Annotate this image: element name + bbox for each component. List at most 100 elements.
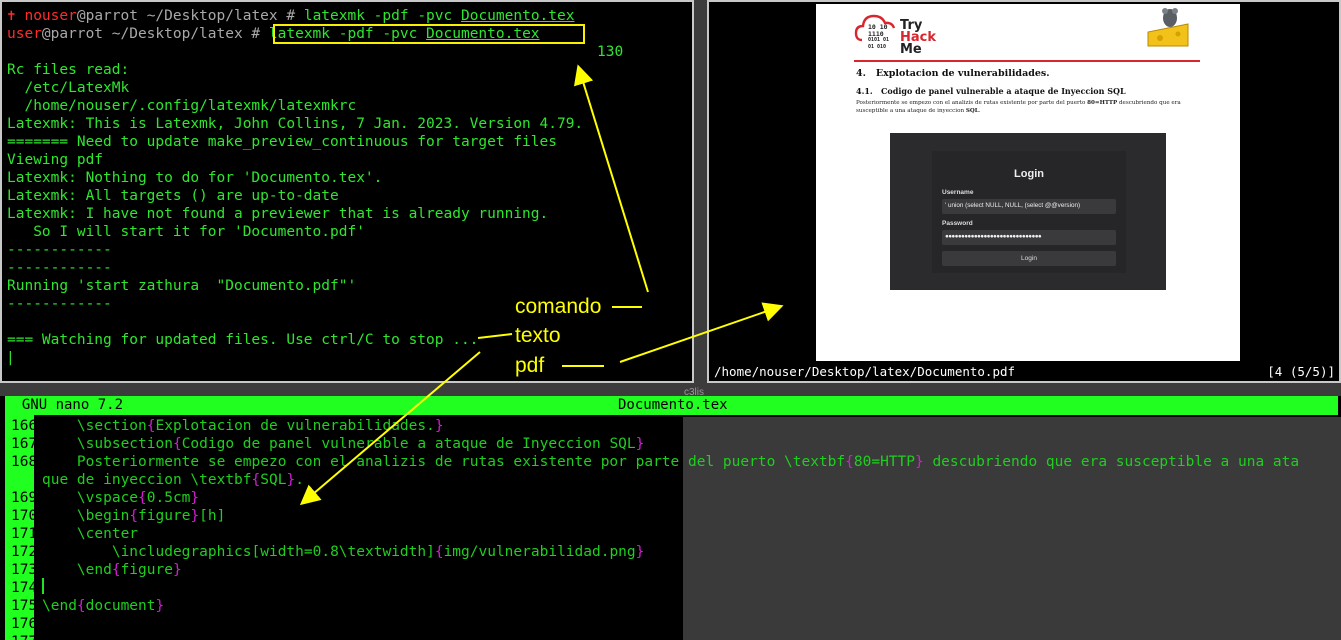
prompt-user: user [7, 26, 42, 42]
annotation-texto: texto [515, 324, 561, 347]
terminal-output-line: ------------ [7, 296, 112, 312]
prompt-file: Documento.tex [460, 8, 575, 24]
line-number: 174 [11, 580, 38, 596]
pdf-viewer-window[interactable]: 10 10 1110 0101 01 01 010 Try Hack Me 4.… [707, 0, 1341, 383]
code-token: SQL [260, 472, 287, 488]
brace-token: { [138, 490, 147, 506]
number-label: 130 [597, 44, 624, 60]
brace-token: { [129, 508, 139, 524]
brace-token: } [286, 472, 296, 488]
paragraph-bold: SQL [965, 108, 979, 114]
code-line: \subsection{Codigo de panel vulnerable a… [42, 435, 644, 453]
login-screenshot: Login Username ' union (select NULL, NUL… [890, 133, 1166, 290]
line-number-gutter: 166 167 168 169 170 171 172 173 174 175 176177 [5, 415, 38, 640]
line-number: 173 [11, 562, 38, 578]
line-number: 171 [11, 526, 38, 542]
rat-cheese-icon [1144, 6, 1192, 52]
code-token: \vspace [42, 490, 139, 506]
brace-token: } [190, 508, 200, 524]
line-number: 166 [11, 418, 38, 434]
terminal-output-line: /etc/LatexMk [7, 80, 130, 96]
subsection-heading: 4.1. Codigo de panel vulnerable a ataque… [856, 86, 1126, 96]
terminal-output-line: Running 'start zathura "Documento.pdf"' [7, 278, 357, 294]
brace-token: } [635, 436, 645, 452]
header-rule [854, 60, 1200, 62]
paragraph-text: . [978, 108, 981, 114]
code-token: \end [42, 562, 112, 578]
terminal-window[interactable]: ✝ nouser@parrot ~/Desktop/latex # latexm… [0, 0, 694, 383]
terminal-output-line: Latexmk: This is Latexmk, John Collins, … [7, 116, 584, 132]
terminal-output-line: ------------ [7, 260, 112, 276]
code-token: document [85, 598, 156, 614]
nano-editor-window[interactable]: GNU nano 7.2 Documento.tex 166 167 168 169 1… [0, 396, 1341, 640]
terminal-output-line: Latexmk: I have not found a previewer th… [7, 206, 549, 222]
code-token: Codigo de panel vulnerable a ataque de I… [181, 436, 636, 452]
brace-token: } [190, 490, 200, 506]
terminal-output-line: === Watching for updated files. Use ctrl… [7, 332, 479, 348]
login-button: Login [942, 251, 1116, 266]
code-line: \end{document} [42, 597, 164, 615]
annotation-comando: comando [515, 295, 602, 318]
prompt-command: latexmk -pdf -pvc [303, 8, 461, 24]
brace-token: } [172, 562, 182, 578]
code-line: \center [42, 525, 138, 543]
pdf-paragraph: Posteriormente se empezo con el analizis… [856, 99, 1202, 115]
terminal-output-line: Latexmk: Nothing to do for 'Documento.te… [7, 170, 383, 186]
terminal-output-line: ======= Need to update make_preview_cont… [7, 134, 557, 150]
prompt-tail: ✝ no [574, 8, 692, 24]
code-line: \end{figure} [42, 561, 182, 579]
paragraph-bold: 80=HTTP [1087, 100, 1118, 106]
nano-filename: Documento.tex [618, 397, 728, 413]
code-token: \end [42, 598, 77, 614]
line-number: 169 [11, 490, 38, 506]
code-line: \section{Explotacion de vulnerabilidades… [42, 417, 444, 435]
terminal-output-line: Latexmk: All targets () are up-to-date [7, 188, 339, 204]
line-number: 168 [11, 454, 38, 470]
brace-token: { [146, 418, 156, 434]
code-token: Posteriormente se empezo con el analizis… [42, 454, 846, 470]
code-line: \vspace{0.5cm} [42, 489, 199, 507]
code-token: 80=HTTP [853, 454, 915, 470]
terminal-output-line: ------------ [7, 242, 112, 258]
logo-bits: 01 010 [868, 43, 887, 50]
code-token: \section [42, 418, 147, 434]
code-line: \begin{figure}[h] [42, 507, 225, 525]
code-token: Explotacion de vulnerabilidades. [155, 418, 435, 434]
pdf-page: 10 10 1110 0101 01 01 010 Try Hack Me 4.… [816, 4, 1240, 362]
code-token: que de inyeccion \textbf [42, 472, 252, 488]
pdf-status-bar: /home/nouser/Desktop/latex/Documento.pdf… [709, 361, 1339, 381]
login-title: Login [1014, 168, 1044, 180]
terminal-output-line: Viewing pdf [7, 152, 104, 168]
code-token: \includegraphics[width=0.8\textwidth] [42, 544, 435, 560]
line-number: 175 [11, 598, 38, 614]
code-token: figure [138, 508, 191, 524]
code-line: Posteriormente se empezo con el analizis… [42, 453, 1299, 471]
section-heading: 4. Explotacion de vulnerabilidades. [856, 68, 1050, 79]
code-token: [h] [199, 508, 226, 524]
code-token: \center [42, 526, 139, 542]
nano-title-bar: GNU nano 7.2 Documento.tex [5, 396, 1338, 415]
terminal-output-line: Rc files read: [7, 62, 130, 78]
code-token: img/vulnerabilidad.png [443, 544, 636, 560]
brace-token: { [434, 544, 444, 560]
brace-token: { [111, 562, 121, 578]
brace-token: } [434, 418, 444, 434]
prompt-user: nouser [24, 8, 77, 24]
username-value: ' union (select NULL, NULL, (select @@ve… [945, 202, 1081, 209]
line-number: 176 [11, 616, 38, 632]
line-number: 172 [11, 544, 38, 560]
line-number: 167 [11, 436, 38, 452]
username-field: ' union (select NULL, NULL, (select @@ve… [942, 199, 1116, 214]
nano-version: GNU nano 7.2 [5, 397, 124, 413]
prompt-path: ~/Desktop/latex # [103, 26, 269, 42]
code-token: 0.5cm [146, 490, 191, 506]
brace-token: } [635, 544, 645, 560]
password-label: Password [942, 220, 973, 227]
tryhackme-logo: 10 10 1110 0101 01 01 010 Try Hack Me [854, 10, 944, 56]
terminal-cursor[interactable]: | [6, 349, 15, 367]
brace-token: { [172, 436, 182, 452]
password-value: ●●●●●●●●●●●●●●●●●●●●●●●●●●●●●● [945, 233, 1042, 240]
annotation-pdf: pdf [515, 354, 545, 377]
paragraph-text: Posteriormente se empezo con el analizis… [856, 100, 1088, 106]
logo-bits: 0101 01 [868, 37, 890, 43]
